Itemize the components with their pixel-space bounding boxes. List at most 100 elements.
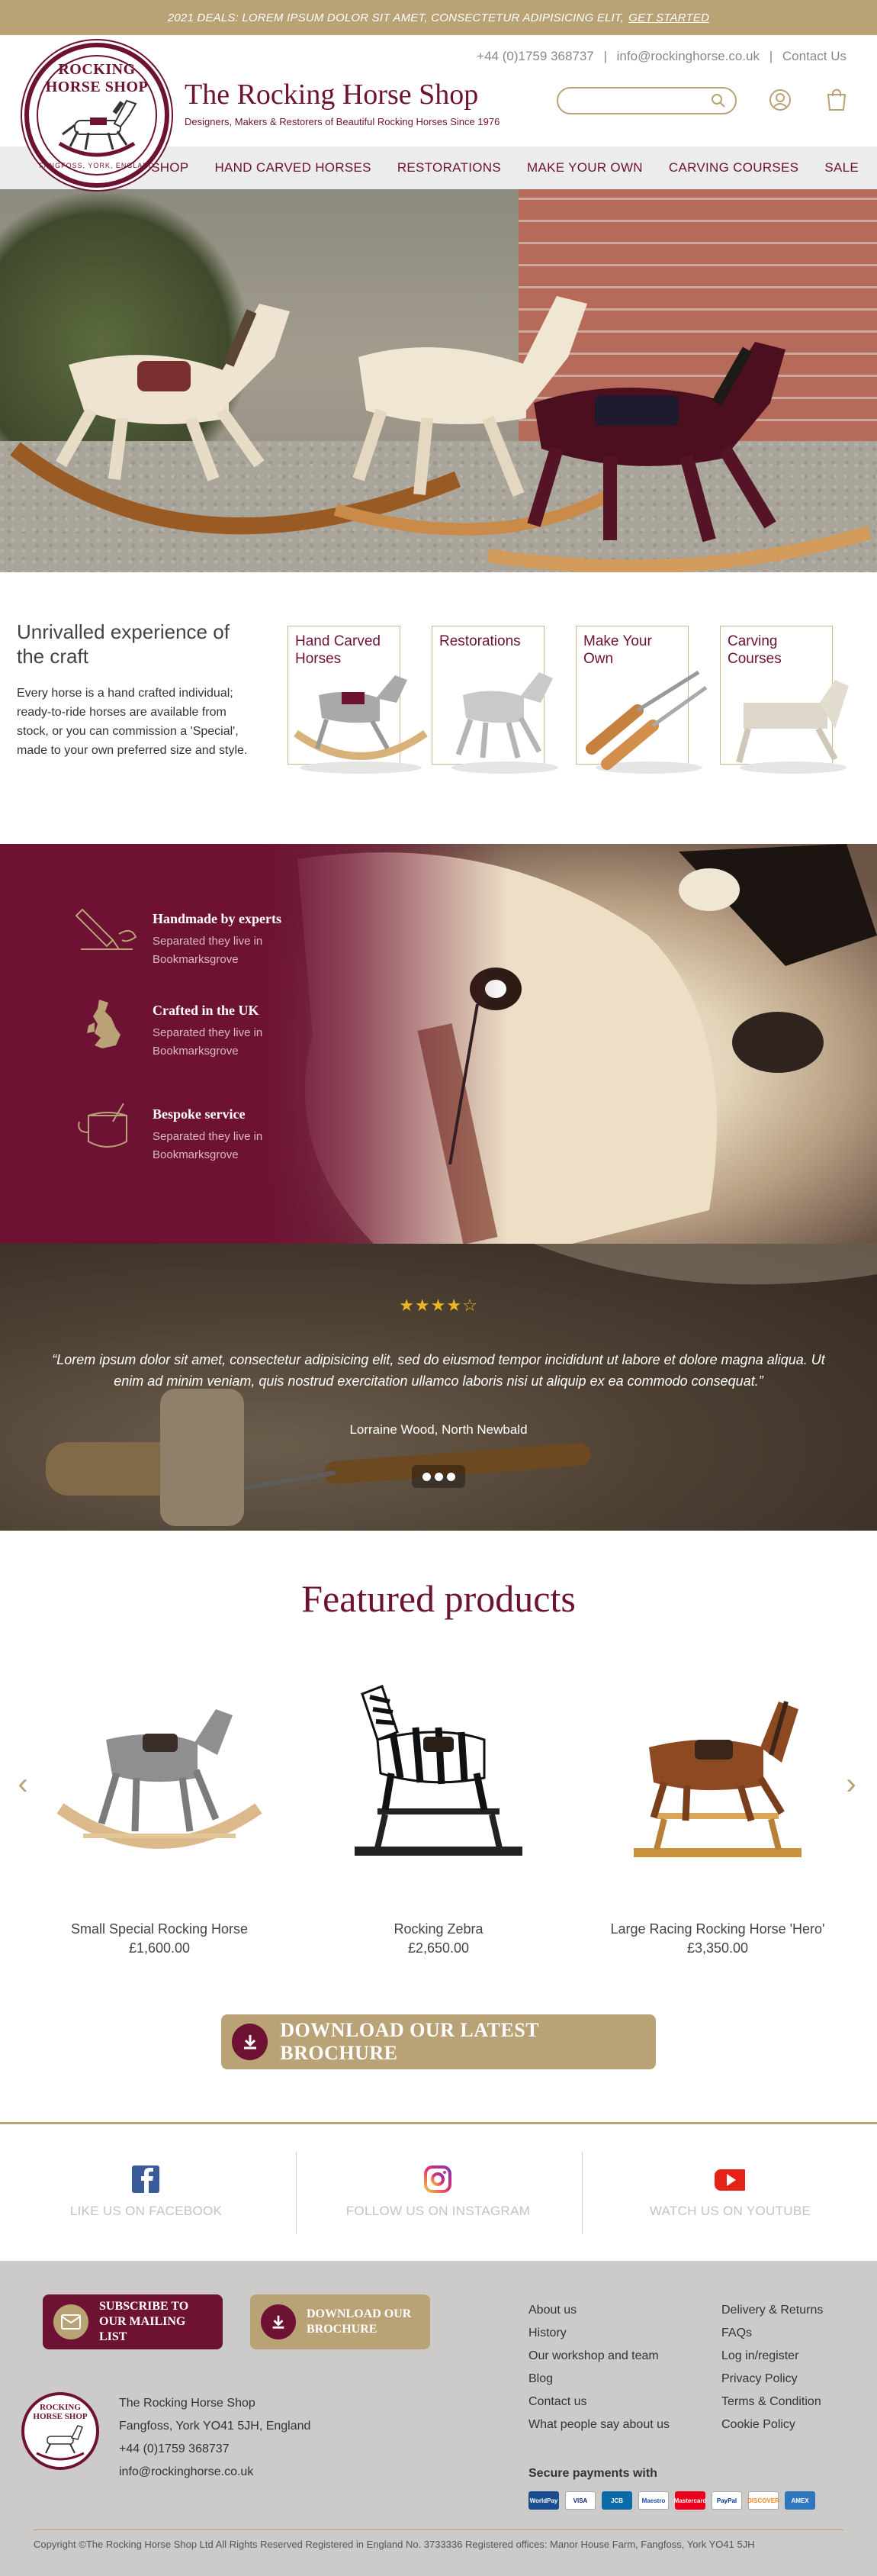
visa-icon: VISA [565, 2491, 596, 2510]
footer-link-delivery[interactable]: Delivery & Returns [721, 2299, 823, 2322]
address-line: Fangfoss, York YO41 5JH, England [119, 2420, 311, 2433]
mastercard-icon: Mastercard [674, 2491, 706, 2510]
social-label[interactable]: LIKE US ON FACEBOOK [0, 2204, 292, 2219]
address-line: The Rocking Horse Shop [119, 2397, 255, 2410]
site-title[interactable]: The Rocking Horse Shop [185, 78, 478, 111]
features-section: Handmade by experts Separated they live … [0, 844, 877, 1244]
youtube-icon[interactable] [715, 2164, 745, 2194]
product-name[interactable]: Rocking Zebra [320, 1921, 557, 1937]
social-instagram[interactable]: FOLLOW US ON INSTAGRAM [292, 2124, 584, 2263]
social-label[interactable]: WATCH US ON YOUTUBE [584, 2204, 876, 2219]
carousel-dot[interactable] [434, 1472, 443, 1481]
dapple-horse-thumbnail [451, 672, 558, 774]
footer-link-cookies[interactable]: Cookie Policy [721, 2413, 823, 2436]
payment-logos: WorldPay VISA JCB Maestro Mastercard Pay… [528, 2491, 815, 2510]
carousel-dot[interactable] [422, 1472, 431, 1481]
nav-make-your-own[interactable]: MAKE YOUR OWN [527, 160, 643, 175]
social-facebook[interactable]: LIKE US ON FACEBOOK [0, 2124, 292, 2263]
footer-link-history[interactable]: History [528, 2322, 670, 2345]
feature-bespoke: Bespoke service Separated they live in B… [73, 1099, 363, 1167]
footer-link-blog[interactable]: Blog [528, 2368, 670, 2391]
header-phone[interactable]: +44 (0)1759 368737 [477, 49, 594, 63]
site-tagline: Designers, Makers & Restorers of Beautif… [185, 116, 500, 127]
carousel-dots[interactable] [412, 1465, 465, 1488]
footer-link-faqs[interactable]: FAQs [721, 2322, 823, 2345]
subscribe-button[interactable]: SUBSCRIBE TO OUR MAILING LIST [43, 2294, 223, 2349]
worldpay-icon: WorldPay [528, 2491, 559, 2510]
footer-download-brochure-button[interactable]: DOWNLOAD OUR BROCHURE [250, 2294, 430, 2349]
nav-hand-carved-horses[interactable]: HAND CARVED HORSES [214, 160, 371, 175]
mail-icon [53, 2304, 88, 2339]
testimonial-quote: “Lorem ipsum dolor sit amet, consectetur… [52, 1352, 825, 1389]
small-rocking-horse-image [56, 1709, 262, 1849]
product-name[interactable]: Large Racing Rocking Horse 'Hero' [599, 1921, 836, 1937]
facebook-icon[interactable] [130, 2164, 161, 2194]
logo-bottom-text: FANGFOSS, YORK, ENGLAND [39, 162, 155, 169]
download-icon [232, 2024, 268, 2060]
card-label: Carving Courses [728, 633, 782, 667]
feature-desc: Separated they live in Bookmarksgrove [153, 935, 263, 966]
download-brochure-button[interactable]: DOWNLOAD OUR LATEST BROCHURE [221, 2014, 656, 2069]
footer-link-workshop[interactable]: Our workshop and team [528, 2345, 670, 2368]
search-box[interactable] [557, 87, 737, 114]
feature-title: Crafted in the UK [153, 1003, 259, 1018]
promo-bar: 2021 DEALS: LOREM IPSUM DOLOR SIT AMET, … [0, 0, 877, 35]
carousel-prev-arrow[interactable]: ‹ [14, 1769, 32, 1799]
footer-logo[interactable]: ROCKING HORSE SHOP [21, 2392, 99, 2470]
social-label[interactable]: FOLLOW US ON INSTAGRAM [292, 2204, 584, 2219]
site-logo[interactable]: ROCKING HORSE SHOP FANGFOSS, YORK, ENGLA… [24, 43, 169, 188]
social-bar: LIKE US ON FACEBOOK FOLLOW US ON INSTAGR… [0, 2122, 877, 2261]
product-price: £3,350.00 [686, 1940, 749, 1956]
search-icon[interactable] [711, 93, 726, 108]
feature-desc: Separated they live in Bookmarksgrove [153, 1026, 263, 1058]
feature-handmade: Handmade by experts Separated they live … [73, 903, 363, 972]
featured-heading: Featured products [301, 1577, 576, 1620]
card-hand-carved-horses[interactable]: Hand Carved Horses [288, 626, 428, 774]
product-name[interactable]: Small Special Rocking Horse [41, 1921, 278, 1937]
footer-links-company: About us History Our workshop and team B… [528, 2299, 670, 2436]
card-label: Hand Carved Horses [295, 633, 381, 667]
rocking-zebra-image [355, 1685, 522, 1856]
nav-sale[interactable]: SALE [824, 160, 859, 175]
intro-section: Unrivalled experience of the craft Every… [0, 572, 877, 844]
feature-crafted-uk: Crafted in the UK Separated they live in… [73, 995, 363, 1064]
carousel-dot[interactable] [446, 1472, 455, 1481]
testimonial-section: ★★★★☆ “Lorem ipsum dolor sit amet, conse… [0, 1244, 877, 1531]
instagram-icon[interactable] [422, 2164, 453, 2194]
footer-link-terms[interactable]: Terms & Condition [721, 2391, 823, 2413]
footer-address: The Rocking Horse Shop Fangfoss, York YO… [119, 2392, 310, 2484]
paypal-icon: PayPal [712, 2491, 742, 2510]
footer-link-testimonials[interactable]: What people say about us [528, 2413, 670, 2436]
uk-map-icon [87, 1000, 120, 1048]
footer-link-contact[interactable]: Contact us [528, 2391, 670, 2413]
card-make-your-own[interactable]: Make Your Own [576, 626, 708, 774]
nav-carving-courses[interactable]: CARVING COURSES [669, 160, 798, 175]
search-input[interactable] [569, 93, 706, 108]
header-email[interactable]: info@rockinghorse.co.uk [617, 49, 760, 63]
nav-restorations[interactable]: RESTORATIONS [397, 160, 501, 175]
product-card[interactable]: Rocking Zebra £2,650.00 [320, 1679, 557, 1969]
footer-link-privacy[interactable]: Privacy Policy [721, 2368, 823, 2391]
contact-us-link[interactable]: Contact Us [782, 49, 846, 63]
shopping-bag-icon[interactable] [825, 87, 848, 111]
product-card[interactable]: Large Racing Rocking Horse 'Hero' £3,350… [599, 1679, 836, 1969]
testimonial-author: Lorraine Wood, North Newbald [349, 1422, 528, 1437]
product-card[interactable]: Small Special Rocking Horse £1,600.00 [41, 1679, 278, 1969]
feature-title: Bespoke service [153, 1106, 246, 1122]
footer-link-login[interactable]: Log in/register [721, 2345, 823, 2368]
footer-phone[interactable]: +44 (0)1759 368737 [119, 2438, 310, 2461]
footer-link-about[interactable]: About us [528, 2299, 670, 2322]
social-youtube[interactable]: WATCH US ON YOUTUBE [584, 2124, 876, 2263]
site-header: ROCKING HORSE SHOP FANGFOSS, YORK, ENGLA… [0, 35, 877, 188]
footer-email[interactable]: info@rockinghorse.co.uk [119, 2461, 310, 2484]
promo-get-started-link[interactable]: GET STARTED [628, 11, 709, 24]
rocking-horse-logo-icon [36, 2425, 85, 2461]
contact-separator: | [769, 49, 773, 63]
site-footer: SUBSCRIBE TO OUR MAILING LIST DOWNLOAD O… [0, 2261, 877, 2576]
carousel-next-arrow[interactable]: › [842, 1769, 860, 1799]
copyright-text: Copyright ©The Rocking Horse Shop Ltd Al… [34, 2539, 755, 2550]
contact-separator: | [603, 49, 607, 63]
card-carving-courses[interactable]: Carving Courses [720, 626, 849, 774]
account-icon[interactable] [769, 89, 792, 111]
card-restorations[interactable]: Restorations [432, 626, 558, 774]
